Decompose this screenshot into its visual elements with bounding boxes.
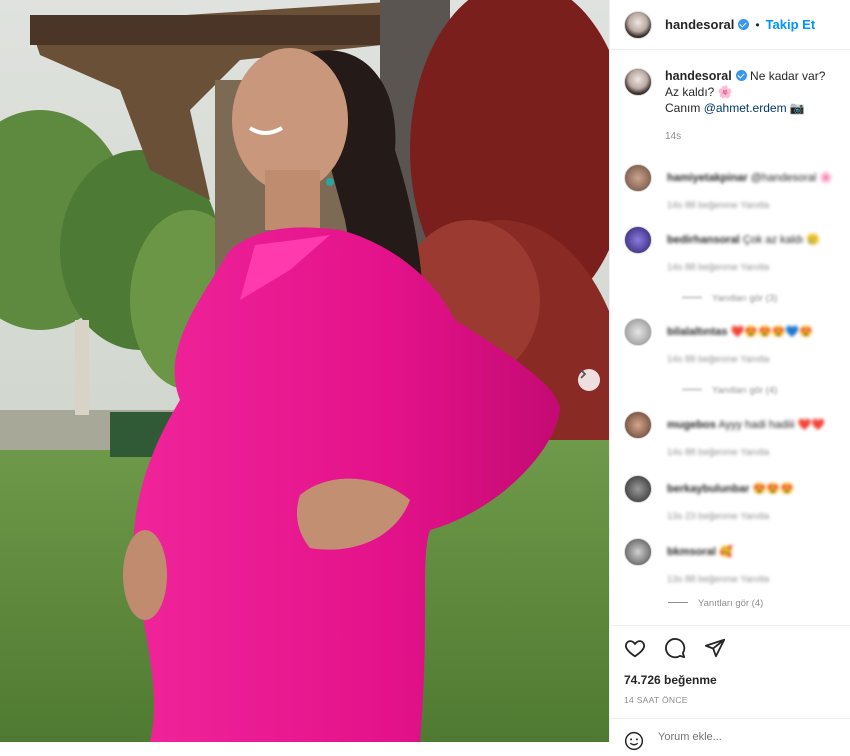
view-replies-link[interactable]: Yanıtları gör (4)	[668, 598, 763, 609]
comment-text: hamiyetakpinar @handesoral 🌸	[667, 172, 834, 184]
comment-meta[interactable]: 14s 88 beğenme Yanıtla	[667, 354, 769, 365]
comment-text: mugebos Ayyy hadi hadiii ❤️❤️	[667, 419, 826, 431]
follow-button[interactable]: Takip Et	[766, 17, 816, 32]
comment-meta[interactable]: 13s 23 beğenme Yanıtla	[667, 511, 769, 522]
smile-icon[interactable]	[624, 731, 644, 751]
caption-text: Canım	[665, 101, 704, 115]
verified-icon	[738, 19, 750, 30]
chevron-right-icon	[580, 369, 587, 379]
add-comment-bar	[610, 718, 850, 751]
comment-text: bilalaltıntas ❤️😍😍😍💙😍	[667, 326, 813, 338]
avatar[interactable]	[624, 226, 652, 254]
avatar[interactable]	[624, 68, 652, 96]
comment-meta[interactable]: 14s 88 beğenme Yanıtla	[667, 200, 769, 211]
caption-line-3: Canım @ahmet.erdem 📷	[665, 100, 825, 116]
avatar[interactable]	[624, 10, 652, 39]
caption: handesoral Ne kadar var? Az kaldı? 🌸 Can…	[610, 50, 850, 145]
verified-icon	[735, 70, 747, 81]
caption-username[interactable]: handesoral	[665, 69, 732, 83]
comment-text: berkaybulunbar 😍😍😍	[667, 483, 794, 495]
separator: •	[755, 17, 760, 32]
share-icon[interactable]	[704, 637, 728, 661]
caption-emoji: 📷	[786, 101, 805, 115]
post-actions: 74.726 beğenme 14 SAAT ÖNCE	[610, 625, 850, 751]
comment-input[interactable]	[658, 731, 808, 743]
avatar[interactable]	[624, 411, 652, 439]
comment-meta[interactable]: 13s 88 beğenme Yanıtla	[667, 574, 769, 585]
avatar[interactable]	[624, 475, 652, 503]
next-photo-button[interactable]	[578, 369, 600, 391]
photo-illustration	[0, 0, 609, 742]
comment-text: bedirhansoral Çok az kaldı 🥲	[667, 234, 821, 246]
likes-count[interactable]: 74.726 beğenme	[610, 661, 850, 687]
comment-meta[interactable]: 14s 88 beğenme Yanıtla	[667, 262, 769, 273]
avatar[interactable]	[624, 318, 652, 346]
post-header: handesoral • Takip Et	[610, 0, 850, 50]
mention-link[interactable]: @ahmet.erdem	[704, 101, 787, 115]
comment-icon[interactable]	[664, 637, 688, 661]
avatar[interactable]	[624, 538, 652, 566]
post-side-panel: handesoral • Takip Et handesoral Ne kada…	[609, 0, 850, 751]
comment-meta[interactable]: 14s 88 beğenme Yanıtla	[667, 447, 769, 458]
header-username[interactable]: handesoral	[665, 17, 734, 32]
post-photo[interactable]	[0, 0, 609, 742]
caption-line-1: Ne kadar var?	[750, 69, 826, 83]
post-timestamp: 14 SAAT ÖNCE	[624, 695, 688, 705]
caption-line-2: Az kaldı? 🌸	[665, 85, 733, 99]
view-replies-link[interactable]: Yanıtları gör (4)	[682, 385, 777, 396]
view-replies-link[interactable]: Yanıtları gör (3)	[682, 293, 777, 304]
caption-time: 14s	[665, 131, 682, 142]
avatar[interactable]	[624, 164, 652, 192]
comment-text: bkmsoral 🥰	[667, 546, 733, 558]
heart-icon[interactable]	[624, 637, 648, 661]
